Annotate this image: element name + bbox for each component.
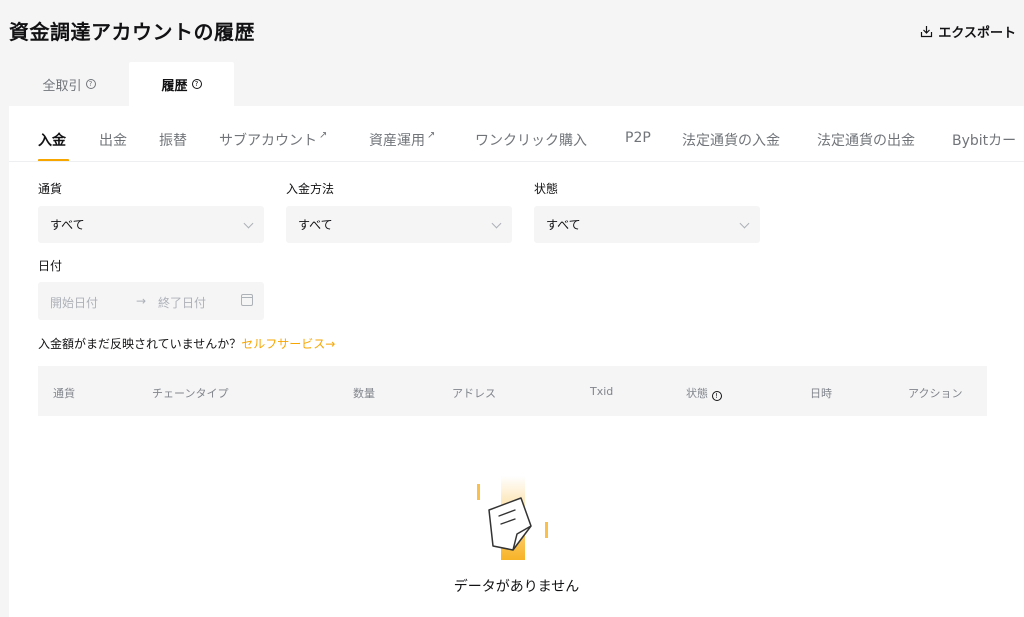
subtab-p2p[interactable]: P2P: [625, 130, 651, 146]
column-header: アドレス: [452, 387, 496, 400]
external-link-icon: ↗: [319, 130, 328, 141]
method-select-value: すべて: [298, 218, 333, 232]
table-header: 通貨 チェーンタイプ 数量 アドレス Txid 状態 ! 日時 アクション: [38, 366, 987, 416]
empty-state-text: データがありません: [453, 579, 580, 595]
date-range-picker[interactable]: 開始日付 → 終了日付: [38, 282, 264, 320]
column-header: 日時: [810, 387, 832, 400]
tab-history[interactable]: 履歴 ?: [129, 62, 234, 106]
subtab-subaccount[interactable]: サブアカウント ↗: [219, 130, 327, 150]
status-select[interactable]: すべて: [534, 206, 760, 243]
export-button[interactable]: エクスポート: [920, 22, 1016, 41]
currency-filter-label: 通貨: [38, 182, 63, 196]
subtab-bybit-card[interactable]: Bybitカー: [952, 130, 1016, 150]
sub-tab-bar: 入金 出金 振替 サブアカウント ↗ 資産運用 ↗ ワンクリック購入 P2P 法定通…: [9, 106, 1024, 162]
status-select-value: すべて: [546, 218, 581, 232]
status-column-header: 状態 !: [686, 385, 722, 401]
status-filter-label: 状態: [534, 182, 559, 196]
download-icon: [921, 26, 933, 38]
column-header: Txid: [590, 385, 614, 398]
column-header: 通貨: [53, 387, 75, 400]
help-icon: ?: [191, 79, 202, 89]
self-service-link[interactable]: セルフサービス→: [241, 337, 335, 351]
history-panel: 入金 出金 振替 サブアカウント ↗ 資産運用 ↗ ワンクリック購入 P2P 法定通…: [9, 106, 1024, 617]
subtab-fiat-withdraw[interactable]: 法定通貨の出金: [817, 130, 915, 150]
currency-select[interactable]: すべて: [38, 206, 264, 243]
chevron-down-icon: [491, 218, 502, 229]
method-filter-label: 入金方法: [286, 182, 335, 196]
external-link-icon: ↗: [427, 130, 436, 141]
end-date-input[interactable]: 終了日付: [158, 294, 206, 311]
tab-label: 全取引: [42, 78, 82, 94]
calendar-icon[interactable]: [241, 294, 253, 306]
deposit-notice: 入金額がまだ反映されていませんか？セルフサービス→: [38, 335, 335, 352]
chevron-down-icon: [243, 218, 254, 229]
subtab-fiat-deposit[interactable]: 法定通貨の入金: [682, 130, 780, 150]
top-tabs: 全取引 ? 履歴 ?: [9, 62, 234, 106]
active-tab-indicator: [38, 159, 69, 161]
notice-text: 入金額がまだ反映されていませんか？: [38, 337, 242, 351]
empty-data-icon: [477, 476, 548, 560]
method-select[interactable]: すべて: [286, 206, 512, 243]
page-title: 資金調達アカウントの履歴: [9, 20, 255, 44]
subtab-one-click-buy[interactable]: ワンクリック購入: [475, 130, 587, 150]
column-header: 数量: [353, 387, 375, 400]
tab-all-transactions[interactable]: 全取引 ?: [9, 62, 129, 106]
tab-label: 履歴: [161, 78, 188, 94]
subtab-deposit[interactable]: 入金: [38, 130, 66, 150]
currency-select-value: すべて: [50, 218, 85, 232]
column-header: チェーンタイプ: [152, 387, 229, 400]
date-filter-label: 日付: [38, 259, 63, 273]
arrow-right-icon: →: [136, 294, 147, 308]
subtab-withdraw[interactable]: 出金: [99, 130, 127, 150]
export-label: エクスポート: [938, 26, 1016, 41]
subtab-transfer[interactable]: 振替: [159, 130, 187, 150]
help-icon: ?: [85, 79, 96, 89]
info-icon[interactable]: !: [711, 391, 722, 401]
start-date-input[interactable]: 開始日付: [50, 294, 98, 311]
column-header: アクション: [908, 387, 963, 400]
subtab-earn[interactable]: 資産運用 ↗: [369, 130, 435, 150]
chevron-down-icon: [739, 218, 750, 229]
